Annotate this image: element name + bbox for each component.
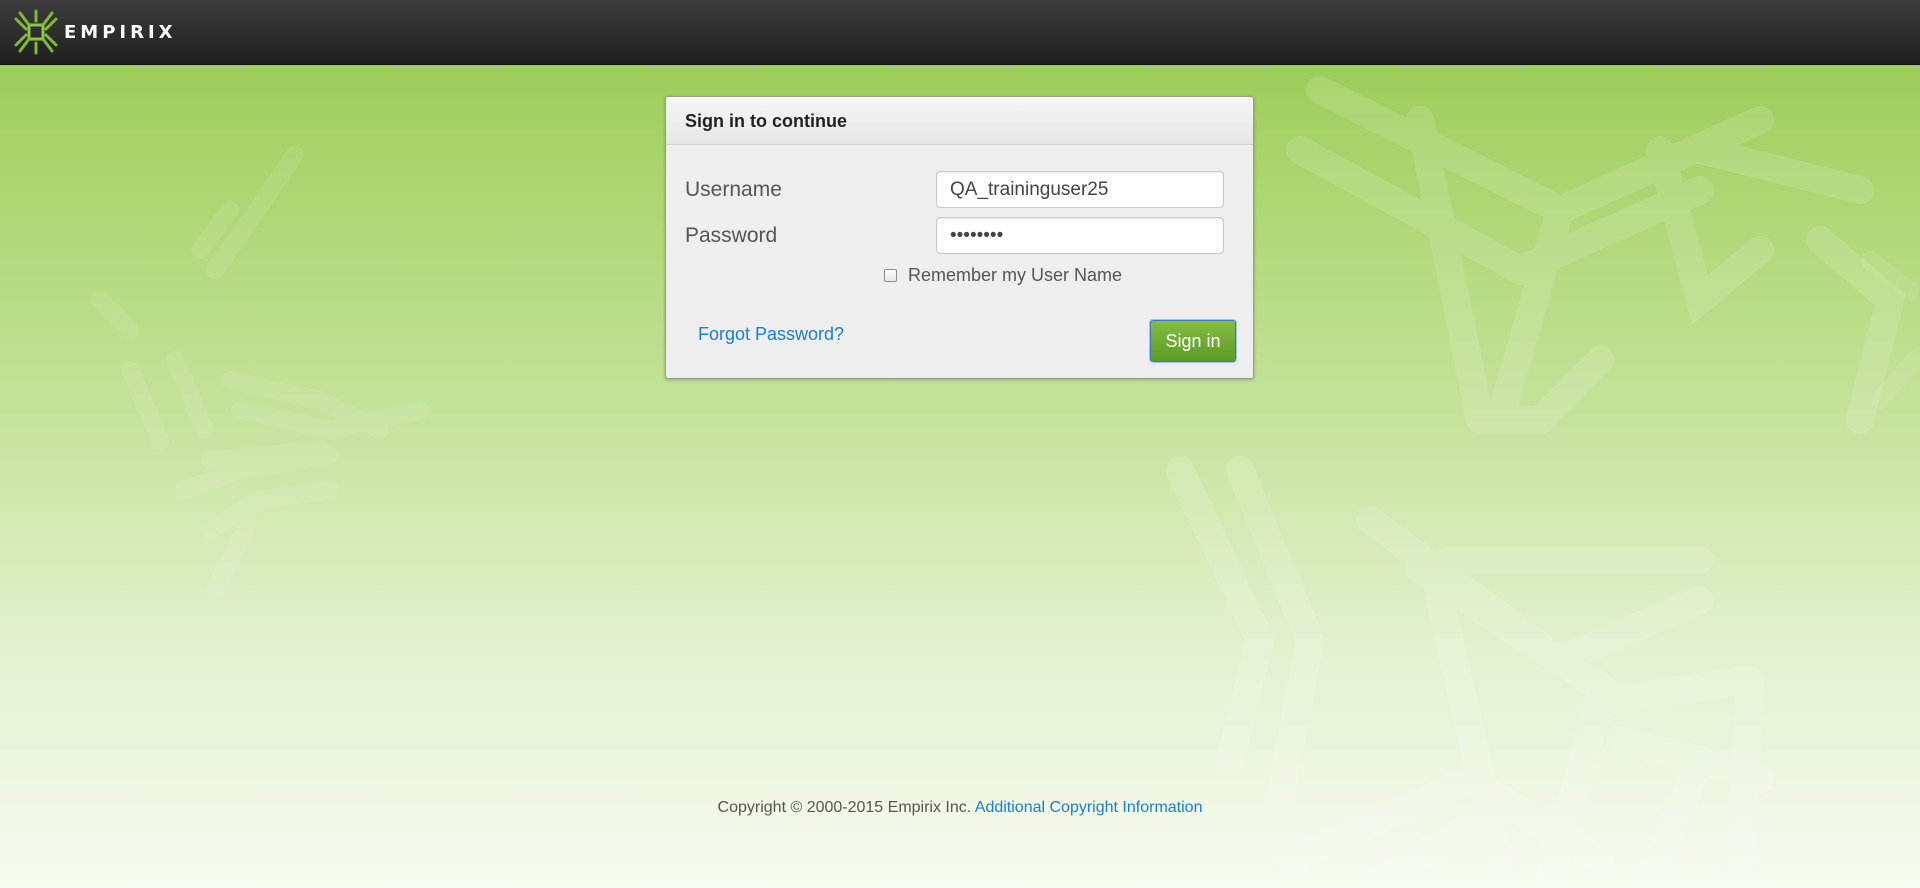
remember-username-label[interactable]: Remember my User Name <box>908 265 1122 286</box>
footer: Copyright © 2000-2015 Empirix Inc. Addit… <box>0 799 1920 817</box>
sign-in-button[interactable]: Sign in <box>1150 320 1236 362</box>
sign-in-title: Sign in to continue <box>666 97 1253 145</box>
sign-in-panel: Sign in to continue Username Password Re… <box>665 96 1254 379</box>
remember-username-checkbox[interactable] <box>884 269 897 282</box>
empirix-logo-icon <box>14 9 58 55</box>
password-input[interactable] <box>936 217 1224 254</box>
top-navigation-bar: EMPIRIX <box>0 0 1920 65</box>
copyright-text: Copyright © 2000-2015 Empirix Inc. <box>717 799 972 816</box>
username-label: Username <box>685 178 782 201</box>
empirix-logo[interactable]: EMPIRIX <box>14 9 177 55</box>
logo-text: EMPIRIX <box>64 21 177 43</box>
remember-username-row[interactable]: Remember my User Name <box>884 265 1122 286</box>
forgot-password-link[interactable]: Forgot Password? <box>698 324 844 345</box>
username-input[interactable] <box>936 171 1224 208</box>
additional-copyright-link[interactable]: Additional Copyright Information <box>975 799 1203 816</box>
password-label: Password <box>685 224 778 247</box>
